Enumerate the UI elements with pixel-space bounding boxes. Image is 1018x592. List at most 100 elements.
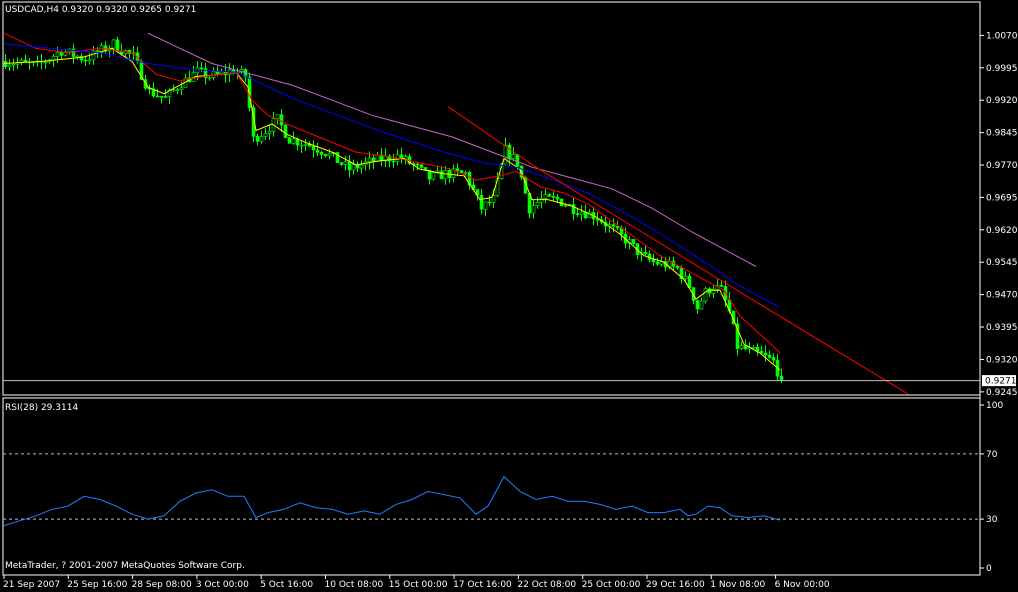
candle-body	[171, 89, 176, 92]
candle-body	[375, 154, 380, 162]
price-tick-label: 0.9470	[986, 291, 1018, 301]
time-tick-label: 15 Oct 00:00	[389, 580, 448, 590]
candle-body	[347, 161, 352, 171]
time-tick-label: 22 Oct 08:00	[517, 580, 576, 590]
candle-body	[23, 59, 28, 63]
candle-body	[43, 61, 48, 64]
candle-body	[631, 239, 636, 244]
candle-body	[535, 202, 540, 206]
candle-body	[579, 211, 584, 215]
moving-average-2	[3, 32, 781, 354]
candle-body	[291, 138, 296, 144]
candle-body	[479, 194, 484, 210]
candle-body	[675, 265, 680, 269]
rsi-line	[3, 475, 781, 527]
price-tick-label: 0.9770	[986, 161, 1018, 171]
time-tick-label: 21 Sep 2007	[3, 580, 60, 590]
candle-body	[263, 133, 268, 137]
candle-body	[207, 77, 212, 79]
candle-body	[255, 136, 260, 142]
price-tick-label: 0.9695	[986, 193, 1018, 203]
candle-body	[763, 352, 768, 356]
candle-body	[295, 138, 300, 146]
candle-body	[267, 131, 272, 134]
moving-average-4	[147, 32, 757, 267]
moving-averages-layer	[3, 32, 909, 395]
price-tick-label: 0.9545	[986, 258, 1018, 268]
candle-body	[547, 194, 552, 197]
candle-body	[543, 194, 548, 199]
candle-body	[751, 347, 756, 349]
price-tick-label: 0.9845	[986, 129, 1018, 139]
time-tick-label: 17 Oct 16:00	[453, 580, 512, 590]
candle-body	[703, 288, 708, 302]
candle-body	[87, 59, 92, 62]
candle-body	[643, 252, 648, 255]
current-price-tag-label: 0.9271	[985, 377, 1017, 387]
rsi-tick-label: 30	[986, 515, 998, 525]
candle-body	[7, 64, 12, 68]
candle-body	[371, 157, 376, 162]
candle-body	[51, 56, 56, 61]
moving-average-3	[3, 43, 781, 309]
chart-canvas[interactable]: 1.0070 0.9995 0.9920 0.9845 0.9770 0.9695 0.96…	[0, 0, 1018, 592]
candle-body	[707, 288, 712, 294]
candle-body	[159, 95, 164, 98]
candle-body	[163, 96, 168, 98]
time-tick-label: 6 Nov 00:00	[775, 580, 830, 590]
candle-body	[655, 261, 660, 265]
candle-body	[431, 172, 436, 180]
price-panel-frame	[2, 1, 981, 396]
symbol-header: USDCAD,H4 0.9320 0.9320 0.9265 0.9271	[5, 5, 196, 15]
candle-body	[319, 152, 324, 155]
candle-body	[487, 201, 492, 204]
candle-body	[279, 114, 284, 126]
candle-body	[75, 55, 80, 58]
candle-body	[391, 160, 396, 163]
candle-body	[439, 170, 444, 180]
price-axis: 1.0070 0.9995 0.9920 0.9845 0.9770 0.9695 0.96…	[980, 31, 1018, 398]
candle-body	[515, 154, 520, 167]
rsi-title: RSI(28) 29.3114	[5, 403, 78, 413]
chart-terminal[interactable]: 1.0070 0.9995 0.9920 0.9845 0.9770 0.9695 0.96…	[0, 0, 1018, 592]
candle-body	[327, 153, 332, 156]
candle-body	[555, 196, 560, 200]
candle-body	[343, 161, 348, 165]
candle-body	[611, 224, 616, 227]
candle-body	[551, 196, 556, 198]
copyright-text: MetaTrader, ? 2001-2007 MetaQuotes Softw…	[5, 561, 245, 571]
time-tick-label: 3 Oct 00:00	[196, 580, 249, 590]
candle-body	[651, 259, 656, 263]
candle-body	[155, 95, 160, 98]
candle-body	[771, 357, 776, 361]
price-tick-label: 1.0070	[986, 31, 1018, 41]
price-tick-label: 0.9995	[986, 64, 1018, 74]
candle-body	[683, 275, 688, 279]
candle-body	[507, 144, 512, 160]
candle-body	[83, 59, 88, 62]
candle-body	[359, 164, 364, 169]
candle-body	[179, 87, 184, 91]
candle-body	[419, 164, 424, 168]
time-axis: 21 Sep 2007 25 Sep 16:00 28 Sep 08:00 3 Oct…	[3, 575, 830, 590]
candle-body	[767, 354, 772, 358]
candle-body	[199, 67, 204, 70]
candle-body	[175, 89, 180, 92]
price-tick-label: 0.9245	[986, 388, 1018, 398]
candle-body	[11, 63, 16, 66]
candle-body	[531, 205, 536, 214]
time-tick-label: 10 Oct 08:00	[325, 580, 384, 590]
candle-body	[463, 172, 468, 174]
candle-body	[287, 137, 292, 144]
candle-body	[539, 198, 544, 203]
candle-body	[779, 375, 784, 381]
time-tick-label: 28 Sep 08:00	[132, 580, 192, 590]
price-tick-label: 0.9620	[986, 226, 1018, 236]
time-tick-label: 1 Nov 08:00	[710, 580, 765, 590]
candle-body	[283, 124, 288, 138]
moving-average-1	[3, 47, 781, 371]
candle-body	[503, 144, 508, 165]
rsi-layer	[3, 453, 980, 527]
candle-body	[115, 39, 120, 52]
candle-body	[275, 114, 280, 120]
